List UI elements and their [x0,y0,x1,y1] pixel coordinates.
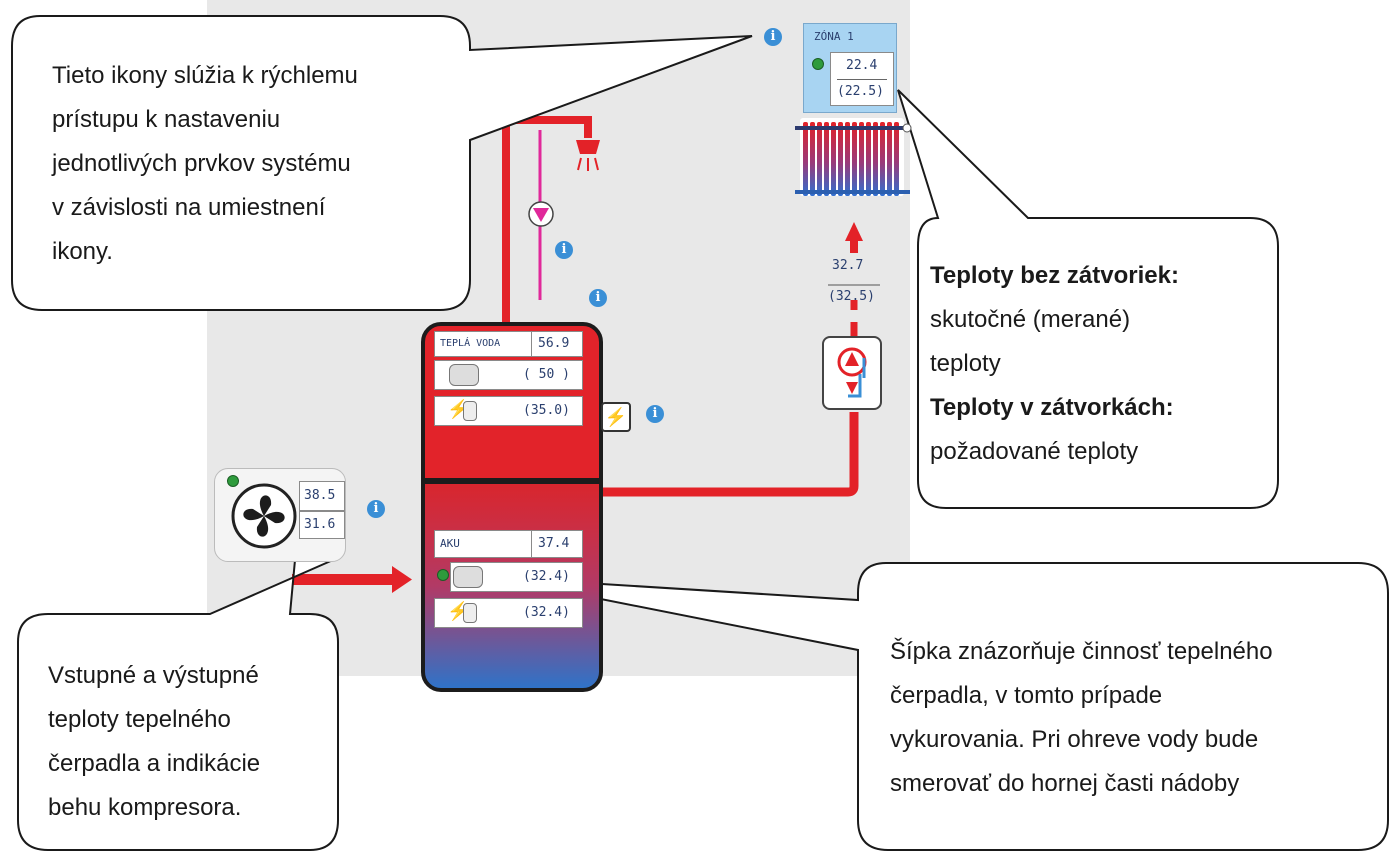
circuit-setpoint-temp: (32.5) [828,289,875,304]
info-icon[interactable]: i [555,241,573,259]
heat-pump-flow-arrow [292,574,394,585]
callout-line: Tieto ikony slúžia k rýchlemu [52,62,358,89]
callout-line: Teploty bez zátvoriek: [930,262,1179,289]
radiator-fin [810,122,815,196]
mixing-pump-unit[interactable] [822,336,882,410]
radiator-fin [817,122,822,196]
hot-water-actual-temp: 56.9 [538,336,570,351]
callout-line: čerpadla, v tomto prípade [890,682,1163,709]
zone-title: ZÓNA 1 [814,30,854,43]
fan-icon [231,483,297,549]
radiator-fin [852,122,857,196]
radiator-fin [859,122,864,196]
electric-heater-toggle-icon[interactable]: ⚡ [601,402,631,432]
aku-electric-setpoint: (32.4) [523,605,570,620]
radiator-icon [795,118,912,196]
aku-heater-setpoint: (32.4) [523,569,570,584]
hot-water-label-box[interactable]: TEPLÁ VODA [434,331,532,357]
callout-line: ikony. [52,238,113,265]
callout-line: Šípka znázorňuje činnosť tepelného [890,638,1273,665]
zone-temp-box[interactable]: 22.4 (22.5) [830,52,894,106]
callout-arrow-text: Šípka znázorňuje činnosť tepelného čerpa… [890,630,1273,806]
aku-temp-box[interactable]: 37.4 [531,530,583,558]
aku-heatpump-row[interactable]: (32.4) [450,562,583,592]
heat-pump-outlet-box[interactable]: 38.5 [299,481,345,511]
callout-line: teploty tepelného [48,706,231,733]
callout-line: jednotlivých prvkov systému [52,150,351,177]
callout-icons-text: Tieto ikony slúžia k rýchlemu prístupu k… [52,54,358,274]
heater-element-icon [463,401,477,421]
shower-icon [576,140,600,171]
callout-line: behu kompresora. [48,794,242,821]
callout-line: teploty [930,350,1001,377]
radiator-fin [866,122,871,196]
callout-line: požadované teploty [930,438,1139,465]
hot-water-temp-box[interactable]: 56.9 [531,331,583,357]
aku-actual-temp: 37.4 [538,536,570,551]
hot-water-label: TEPLÁ VODA [440,338,501,349]
radiator-fin [873,122,878,196]
heat-pump-mini-icon [453,566,483,588]
hot-water-heater-setpoint: ( 50 ) [523,367,570,382]
heat-pump-outlet-temp: 38.5 [304,488,336,503]
zone-setpoint-temp: (22.5) [837,84,884,99]
info-icon[interactable]: i [646,405,664,423]
radiator-fin [803,122,808,196]
radiator-fin [845,122,850,196]
circuit-actual-temp: 32.7 [832,258,864,273]
zone-actual-temp: 22.4 [846,58,878,73]
heat-pump-unit[interactable]: 38.5 31.6 [214,468,346,562]
tank-divider [425,478,599,484]
circulation-pump-icon [528,201,554,227]
aku-label: AKU [440,537,460,550]
heater-element-icon [463,603,477,623]
callout-line: Vstupné a výstupné [48,662,259,689]
radiator-fin [887,122,892,196]
info-icon[interactable]: i [589,289,607,307]
heat-pump-mini-icon [449,364,479,386]
callout-line: čerpadla a indikácie [48,750,261,777]
info-icon[interactable]: i [764,28,782,46]
callout-heatpump-text: Vstupné a výstupné teploty tepelného čer… [48,654,260,830]
callout-line: prístupu k nastaveniu [52,106,281,133]
radiator-fin [894,122,899,196]
heat-pump-inlet-box[interactable]: 31.6 [299,511,345,539]
callout-line: vykurovania. Pri ohreve vody bude [890,726,1259,753]
callout-line: smerovať do hornej časti nádoby [890,770,1240,797]
hot-water-electric-setpoint: (35.0) [523,403,570,418]
aku-electric-row[interactable]: ⚡ (32.4) [434,598,583,628]
hot-water-electric-row[interactable]: ⚡ (35.0) [434,396,583,426]
heating-pump-icon [837,347,867,398]
callout-temps-text: Teploty bez zátvoriek: skutočné (merané)… [930,254,1179,474]
up-arrow-icon [845,222,863,241]
radiator-fin [838,122,843,196]
radiator-fin [831,122,836,196]
heating-pipe [603,412,859,497]
zone-status-dot [812,58,824,70]
radiator-fin [880,122,885,196]
aku-status-dot [437,569,449,581]
heat-pump-inlet-temp: 31.6 [304,517,336,532]
radiator-fin [824,122,829,196]
aku-label-box[interactable]: AKU [434,530,532,558]
callout-line: skutočné (merané) [930,306,1131,333]
hot-water-heatpump-row[interactable]: ( 50 ) [434,360,583,390]
info-icon[interactable]: i [367,500,385,518]
callout-line: v závislosti na umiestnení [52,194,326,221]
zone-panel[interactable]: ZÓNA 1 22.4 (22.5) [803,23,897,113]
callout-line: Teploty v zátvorkách: [930,394,1174,421]
